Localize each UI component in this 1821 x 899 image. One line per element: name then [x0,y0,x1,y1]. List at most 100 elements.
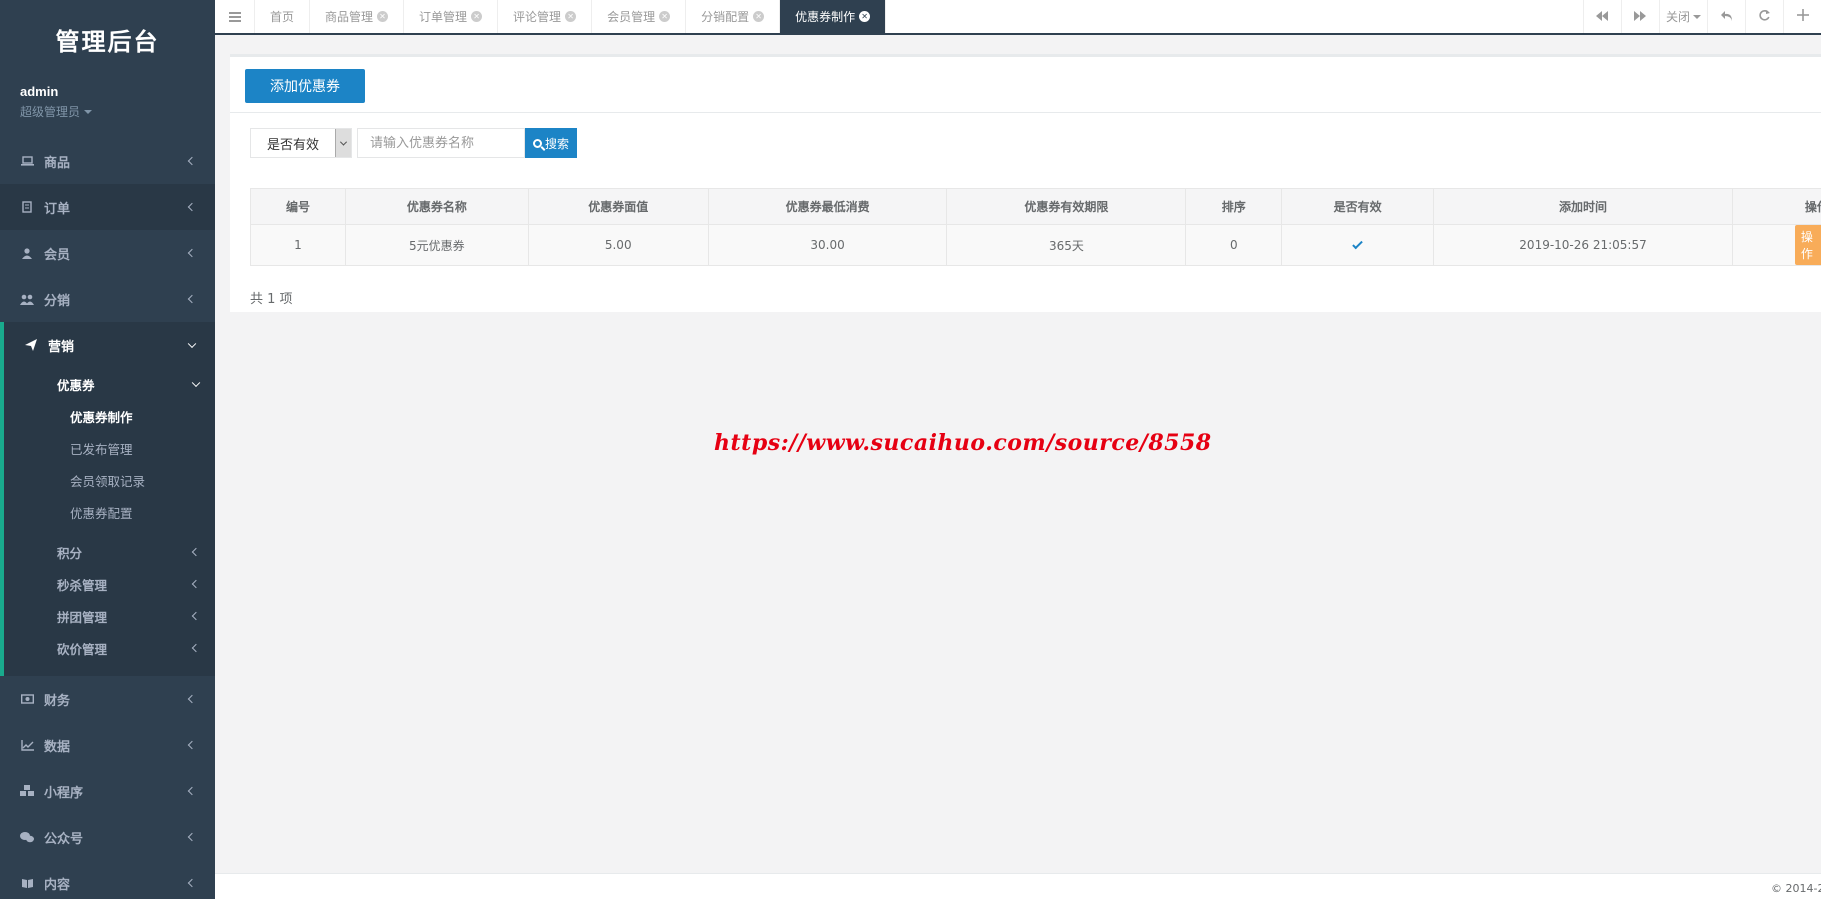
tab-label: 优惠券制作 [795,10,856,24]
cell-id: 1 [250,224,346,266]
tab-goods[interactable]: 商品管理 ✕ [310,0,405,33]
column-header: 操作 [1731,188,1821,225]
sidebar-toggle-button[interactable] [215,0,255,33]
sidebar-subitem-label: 秒杀管理 [57,577,108,593]
panel-toolbar: 添加优惠券 [230,57,1821,113]
chevron-left-icon [187,740,197,750]
close-icon[interactable]: ✕ [471,11,483,22]
paper-plane-icon [24,339,38,351]
tab-members[interactable]: 会员管理 ✕ [592,0,687,33]
sidebar-item-members[interactable]: 会员 [0,230,215,276]
tab-coupon-create[interactable]: 优惠券制作 ✕ [780,0,887,33]
close-tabs-dropdown[interactable]: 关闭 [1658,0,1707,33]
close-icon[interactable]: ✕ [753,11,765,22]
chevron-left-icon [187,248,197,258]
sidebar-item-label: 财务 [44,693,71,709]
sidebar-item-distribution[interactable]: 分销 [0,276,215,322]
sidebar-item-finance[interactable]: 财务 [0,676,215,722]
sidebar-subitem-flash-sale[interactable]: 秒杀管理 [4,568,215,600]
chevron-left-icon [187,294,197,304]
laptop-icon [20,155,34,167]
valid-filter-select[interactable]: 是否有效 [250,128,352,158]
cell-actions: 操作 [1731,224,1821,266]
copyright-text: © 2014-2 [1771,882,1821,895]
tab-comments[interactable]: 评论管理 ✕ [498,0,593,33]
sidebar-item-coupon-records[interactable]: 会员领取记录 [4,464,215,496]
add-coupon-button[interactable]: 添加优惠券 [245,69,365,103]
tab-label: 评论管理 [513,10,562,24]
tab-label: 商品管理 [325,10,374,24]
close-icon[interactable]: ✕ [659,11,671,22]
tab-distribution-config[interactable]: 分销配置 ✕ [686,0,781,33]
book-icon [20,877,34,889]
chevron-left-icon [187,694,197,704]
sidebar-item-label: 营销 [48,339,75,355]
sidebar-item-data[interactable]: 数据 [0,722,215,768]
tab-orders[interactable]: 订单管理 ✕ [404,0,499,33]
sidebar-item-goods[interactable]: 商品 [0,138,215,184]
chart-icon [20,739,34,751]
sidebar-item-label: 小程序 [44,785,84,801]
sidebar-item-content[interactable]: 内容 [0,860,215,899]
users-icon [20,293,34,305]
user-profile[interactable]: admin 超级管理员 [0,78,215,138]
tab-tools: 关闭 [1582,0,1821,33]
column-header[interactable]: 优惠券名称 [344,188,529,225]
close-icon[interactable]: ✕ [565,11,577,22]
sidebar-item-label: 内容 [44,877,71,893]
sidebar-item-coupon-config[interactable]: 优惠券配置 [4,496,215,528]
close-icon[interactable]: ✕ [377,11,389,22]
coupon-table: 编号 优惠券名称 优惠券面值 优惠券最低消费 优惠券有效期限 排序 是否有效 添… [250,188,1821,266]
search-button[interactable]: 搜索 [525,128,578,158]
fullscreen-button[interactable] [1783,0,1821,33]
chevron-down-icon [191,378,201,388]
refresh-button[interactable] [1745,0,1783,33]
user-role-dropdown[interactable]: 超级管理员 [20,103,195,120]
row-actions-dropdown[interactable]: 操作 [1794,225,1821,265]
sidebar-item-official-account[interactable]: 公众号 [0,814,215,860]
file-icon [20,201,34,213]
sidebar-item-orders[interactable]: 订单 [0,184,215,230]
sidebar-item-marketing[interactable]: 营销 [4,322,215,368]
user-role: 超级管理员 [20,105,81,119]
refresh-icon [1759,9,1770,24]
scroll-left-button[interactable] [1582,0,1621,33]
table-row[interactable]: 1 5元优惠券 5.00 30.00 365天 0 2019-10-26 21:… [250,224,1821,266]
column-header[interactable]: 添加时间 [1433,188,1733,225]
money-icon [20,693,34,705]
close-tabs-label: 关闭 [1665,10,1690,24]
undo-button[interactable] [1707,0,1745,33]
coupon-name-search-input[interactable] [357,128,525,158]
sidebar-item-coupon-published[interactable]: 已发布管理 [4,432,215,464]
sidebar-subitem-coupon[interactable]: 优惠券 [4,368,215,400]
user-name: admin [20,84,59,99]
sidebar-item-coupon-create[interactable]: 优惠券制作 [4,400,215,432]
tab-home[interactable]: 首页 [255,0,311,33]
result-count: 共 1 项 [250,292,293,307]
sidebar-subitem-label: 拼团管理 [57,609,108,625]
close-icon[interactable]: ✕ [859,11,871,22]
cell-added-time: 2019-10-26 21:05:57 [1433,224,1733,266]
sidebar-subitem-group-buy[interactable]: 拼团管理 [4,600,215,632]
cell-value: 5.00 [527,224,709,266]
arrows-icon [1796,9,1809,24]
column-header[interactable]: 优惠券面值 [527,188,709,225]
column-header[interactable]: 是否有效 [1281,188,1435,225]
sidebar-subitem-label: 优惠券 [57,377,95,393]
cell-name: 5元优惠券 [344,224,529,266]
column-header[interactable]: 优惠券有效期限 [946,188,1187,225]
sidebar-item-label: 分销 [44,293,71,309]
sidebar-subitem-points[interactable]: 积分 [4,536,215,568]
table-header-row: 编号 优惠券名称 优惠券面值 优惠券最低消费 优惠券有效期限 排序 是否有效 添… [250,188,1821,225]
sidebar-item-label: 公众号 [44,831,84,847]
sidebar-subitem-bargain[interactable]: 砍价管理 [4,632,215,664]
sidebar-item-label: 数据 [44,739,71,755]
column-header[interactable]: 优惠券最低消费 [707,188,948,225]
sidebar-item-miniprogram[interactable]: 小程序 [0,768,215,814]
chevron-down-icon [335,129,351,157]
scroll-right-button[interactable] [1620,0,1659,33]
search-button-label: 搜索 [545,136,570,151]
column-header[interactable]: 编号 [250,188,346,225]
chevron-left-icon [187,202,197,212]
column-header[interactable]: 排序 [1185,188,1283,225]
